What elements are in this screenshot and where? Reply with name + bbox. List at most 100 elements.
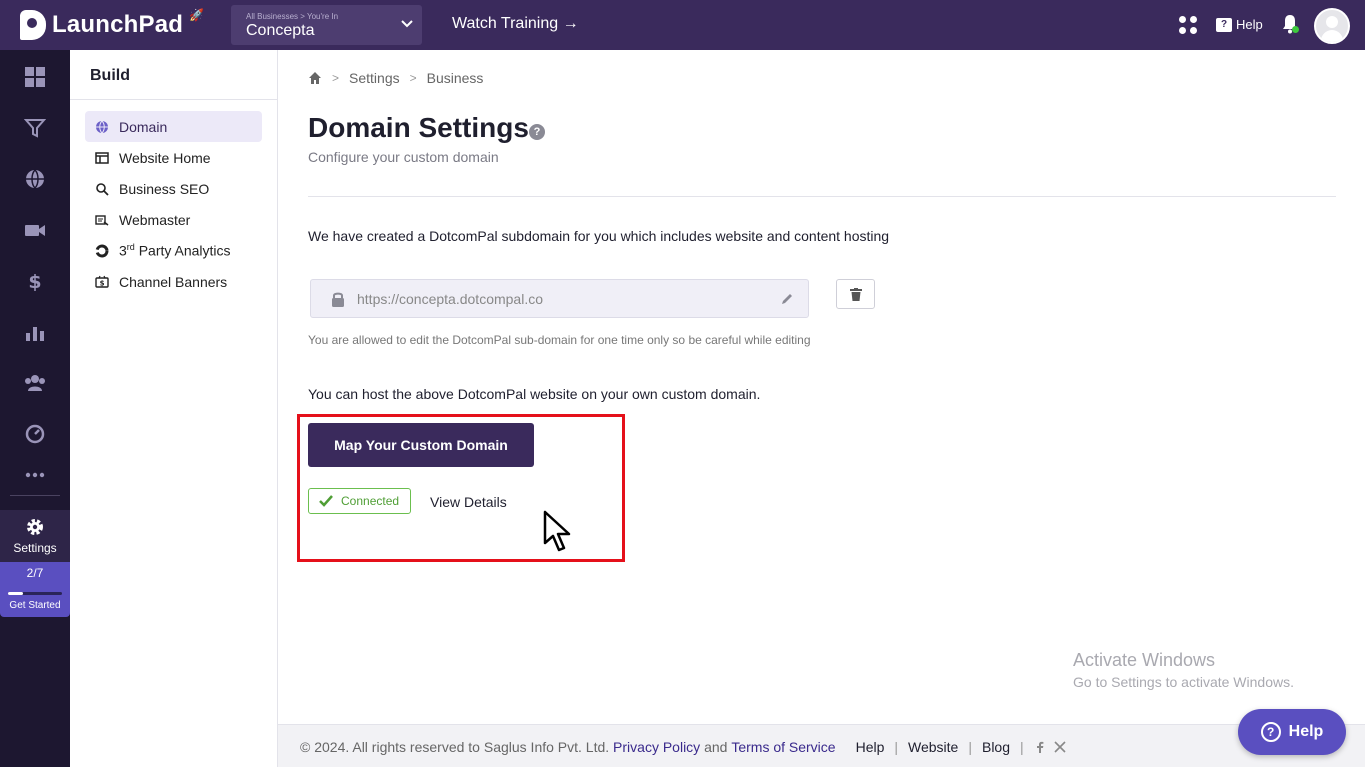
privacy-policy-link[interactable]: Privacy Policy: [613, 739, 700, 755]
sidebar-title: Build: [90, 67, 130, 84]
help-top-label: Help: [1236, 17, 1263, 32]
sidebar-item-website-home[interactable]: Website Home: [85, 142, 262, 173]
sidebar-item-label: Domain: [119, 118, 168, 135]
webmaster-icon: [95, 214, 109, 226]
dashboard-icon[interactable]: [24, 66, 46, 88]
business-selector-sub-label: All Businesses > You're In: [246, 12, 339, 21]
home-icon[interactable]: [308, 71, 322, 85]
users-icon[interactable]: [24, 372, 46, 394]
globe-icon[interactable]: [24, 168, 46, 190]
footer-help-link[interactable]: Help: [856, 739, 885, 755]
lock-icon: [332, 292, 344, 307]
sidebar-item-label: Business SEO: [119, 180, 210, 197]
footer-website-link[interactable]: Website: [908, 739, 958, 755]
launchpad-logo[interactable]: LaunchPad 🚀: [20, 8, 204, 42]
page-subtitle: Configure your custom domain: [308, 149, 499, 165]
footer-separator: |: [1020, 739, 1024, 755]
notification-dot: [1292, 26, 1299, 33]
business-selector-value: Concepta: [246, 22, 315, 39]
sidebar-item-channel-banners[interactable]: $ Channel Banners: [85, 266, 262, 297]
watermark-title: Activate Windows: [1073, 650, 1216, 670]
watermark-subtitle: Go to Settings to activate Windows.: [1073, 674, 1294, 690]
analytics-chart-icon[interactable]: [24, 321, 46, 343]
footer-separator: |: [894, 739, 899, 755]
windows-activation-watermark: Activate Windows Go to Settings to activ…: [1073, 650, 1294, 690]
get-started-bar-fill: [8, 592, 24, 595]
footer-and: and: [704, 739, 728, 755]
help-circle-icon[interactable]: ?: [529, 124, 545, 140]
sidebar-item-business-seo[interactable]: Business SEO: [85, 173, 262, 204]
top-bar: LaunchPad 🚀 All Businesses > You're In C…: [0, 0, 1365, 50]
sidebar-item-3rd-party-analytics[interactable]: 3rd Party Analytics: [85, 235, 262, 266]
sidebar-item-webmaster[interactable]: Webmaster: [85, 204, 262, 235]
svg-text:$: $: [28, 271, 41, 292]
banner-icon: $: [95, 275, 109, 288]
page-title: Domain Settings: [308, 112, 529, 143]
logo-text: LaunchPad: [52, 11, 184, 38]
help-top-button[interactable]: ? Help: [1216, 17, 1263, 32]
subdomain-field[interactable]: https://concepta.dotcompal.co: [310, 279, 809, 318]
delete-subdomain-button[interactable]: [836, 279, 875, 309]
rocket-icon: 🚀: [189, 8, 205, 22]
sidebar-item-label: Channel Banners: [119, 273, 228, 290]
more-dots-icon[interactable]: [24, 464, 46, 486]
custom-domain-host-text: You can host the above DotcomPal website…: [308, 386, 761, 402]
sidebar-item-label: Website Home: [119, 149, 211, 166]
user-avatar[interactable]: [1314, 8, 1350, 44]
subdomain-value: https://concepta.dotcompal.co: [357, 291, 543, 307]
sidebar-divider: [70, 99, 278, 100]
settings-nav-item[interactable]: Settings: [0, 510, 70, 562]
settings-label: Settings: [13, 541, 57, 555]
browser-icon: [95, 151, 109, 164]
copyright-text: © 2024. All rights reserved to Saglus In…: [300, 739, 610, 755]
gauge-icon[interactable]: [24, 423, 46, 445]
footer-line: © 2024. All rights reserved to Saglus In…: [300, 739, 1066, 755]
help-fab-label: Help: [1288, 723, 1324, 740]
analytics-icon: [95, 244, 109, 257]
sidebar-item-domain[interactable]: Domain: [85, 111, 262, 142]
breadcrumb-settings[interactable]: Settings: [349, 70, 400, 86]
x-twitter-icon[interactable]: [1054, 741, 1066, 753]
watch-training-link[interactable]: Watch Training →: [452, 15, 579, 33]
chevron-right-icon: >: [332, 71, 340, 85]
footer-blog-link[interactable]: Blog: [982, 739, 1010, 755]
footer: © 2024. All rights reserved to Saglus In…: [278, 724, 1365, 767]
chevron-down-icon: [401, 20, 413, 28]
funnel-icon[interactable]: [23, 117, 47, 139]
check-icon: [319, 495, 333, 507]
build-sidebar: Build Domain Website Home Business SEO W…: [70, 50, 278, 767]
search-icon: [96, 182, 109, 196]
video-icon[interactable]: [24, 219, 46, 241]
gear-icon: [27, 519, 43, 535]
subdomain-edit-note: You are allowed to edit the DotcomPal su…: [308, 333, 811, 347]
get-started-count: 2/7: [26, 566, 44, 580]
rail-divider: [10, 495, 60, 496]
footer-separator: |: [968, 739, 972, 755]
subdomain-intro-text: We have created a DotcomPal subdomain fo…: [308, 228, 890, 244]
view-details-link[interactable]: View Details: [430, 494, 507, 510]
icon-rail: $ Settings 2/7 Get Started: [0, 50, 70, 767]
help-floating-button[interactable]: ? Help: [1238, 709, 1346, 755]
facebook-icon[interactable]: [1034, 741, 1046, 753]
get-started-label: Get Started: [9, 600, 61, 611]
get-started-progress[interactable]: 2/7 Get Started: [0, 562, 70, 617]
dollar-icon[interactable]: $: [24, 270, 46, 293]
logo-mark-icon: [20, 10, 46, 40]
terms-link[interactable]: Terms of Service: [731, 739, 835, 755]
main-content: > Settings > Business Domain Settings ? …: [278, 50, 1365, 724]
apps-grid-icon[interactable]: [1179, 16, 1197, 34]
breadcrumb: > Settings > Business: [308, 70, 483, 86]
business-selector[interactable]: All Businesses > You're In Concepta: [231, 5, 422, 45]
status-badge: Connected: [308, 488, 411, 514]
trash-icon: [850, 288, 862, 301]
sidebar-item-label: Webmaster: [119, 211, 191, 228]
mouse-cursor-icon: [543, 510, 571, 552]
chevron-right-icon: >: [409, 71, 417, 85]
breadcrumb-business[interactable]: Business: [427, 70, 484, 86]
help-question-icon: ?: [1216, 17, 1232, 32]
map-custom-domain-button[interactable]: Map Your Custom Domain: [308, 423, 534, 467]
pencil-edit-icon[interactable]: [780, 292, 794, 306]
sidebar-menu: Domain Website Home Business SEO Webmast…: [85, 111, 262, 297]
status-label: Connected: [341, 494, 400, 508]
get-started-bar: [8, 592, 62, 595]
